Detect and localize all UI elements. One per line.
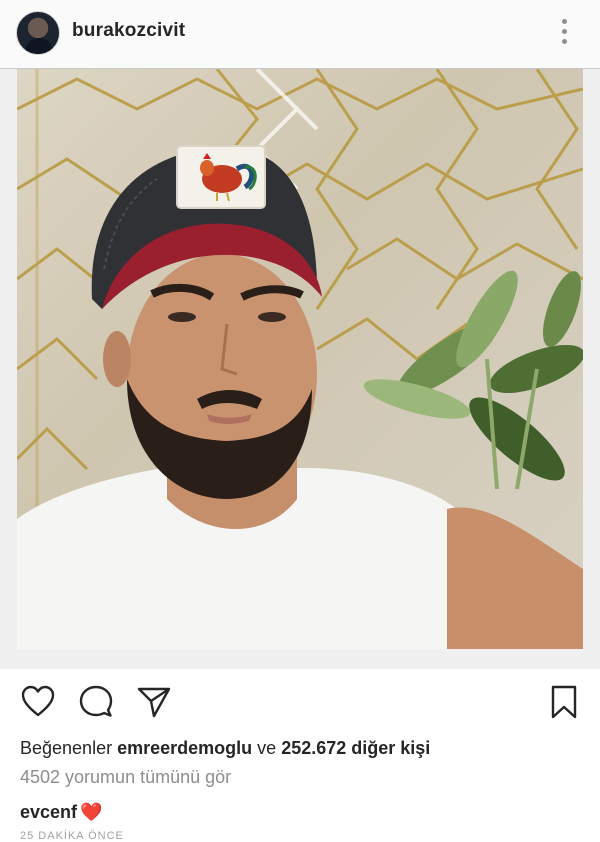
likes-summary[interactable]: Beğenenler emreerdemoglu ve 252.672 diğe… bbox=[20, 738, 430, 759]
likes-prefix: Beğenenler bbox=[20, 738, 113, 758]
view-all-comments-link[interactable]: 4502 yorumun tümünü gör bbox=[20, 767, 231, 788]
bookmark-icon[interactable] bbox=[546, 684, 582, 720]
username[interactable]: burakozcivit bbox=[72, 20, 185, 42]
likes-count[interactable]: 252.672 diğer kişi bbox=[281, 738, 430, 758]
more-vertical-icon[interactable] bbox=[552, 17, 576, 47]
comment-text: ❤️ bbox=[80, 802, 103, 822]
post-actions bbox=[0, 680, 600, 728]
comment-icon[interactable] bbox=[78, 684, 114, 720]
likes-connector: ve bbox=[257, 738, 277, 758]
post-header: burakozcivit bbox=[0, 0, 600, 69]
heart-icon[interactable] bbox=[20, 684, 56, 720]
comment-username[interactable]: evcenf bbox=[20, 802, 77, 822]
post-photo[interactable] bbox=[17, 69, 583, 649]
first-comment: evcenf ❤️ bbox=[20, 802, 102, 823]
post-media bbox=[0, 69, 600, 669]
likes-user[interactable]: emreerdemoglu bbox=[117, 738, 252, 758]
avatar[interactable] bbox=[16, 11, 60, 55]
send-icon[interactable] bbox=[136, 684, 172, 720]
post-timestamp: 25 DAKİKA ÖNCE bbox=[20, 830, 124, 842]
